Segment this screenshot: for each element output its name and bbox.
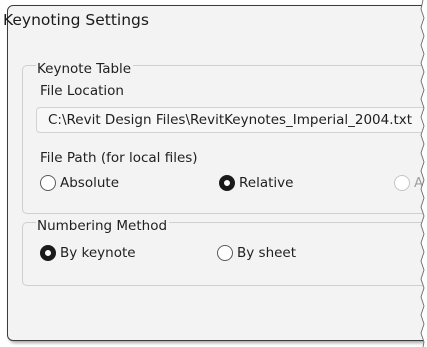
file-location-field[interactable]: C:\Revit Design Files\RevitKeynotes_Impe… (36, 107, 427, 133)
by-keynote-radio[interactable]: By keynote (40, 245, 136, 261)
absolute-radio[interactable]: Absolute (40, 175, 119, 191)
radio-selected-icon (219, 175, 235, 191)
by-sheet-radio[interactable]: By sheet (217, 245, 296, 261)
numbering-method-legend: Numbering Method (36, 218, 170, 234)
keynote-table-legend: Keynote Table (36, 61, 134, 77)
torn-edge-decoration (417, 0, 427, 347)
radio-unselected-icon (217, 245, 233, 261)
screenshot-stage: Keynoting Settings Keynote Table File Lo… (0, 0, 427, 347)
file-location-label: File Location (40, 83, 124, 99)
by-sheet-radio-label: By sheet (237, 245, 297, 261)
radio-selected-icon (40, 245, 56, 261)
relative-radio[interactable]: Relative (219, 175, 293, 191)
file-path-label: File Path (for local files) (40, 150, 198, 166)
by-keynote-radio-label: By keynote (60, 245, 136, 261)
dialog-title: Keynoting Settings (3, 11, 149, 29)
relative-radio-label: Relative (239, 175, 294, 191)
radio-unselected-icon (40, 175, 56, 191)
radio-disabled-icon (394, 175, 410, 191)
absolute-radio-label: Absolute (60, 175, 120, 191)
